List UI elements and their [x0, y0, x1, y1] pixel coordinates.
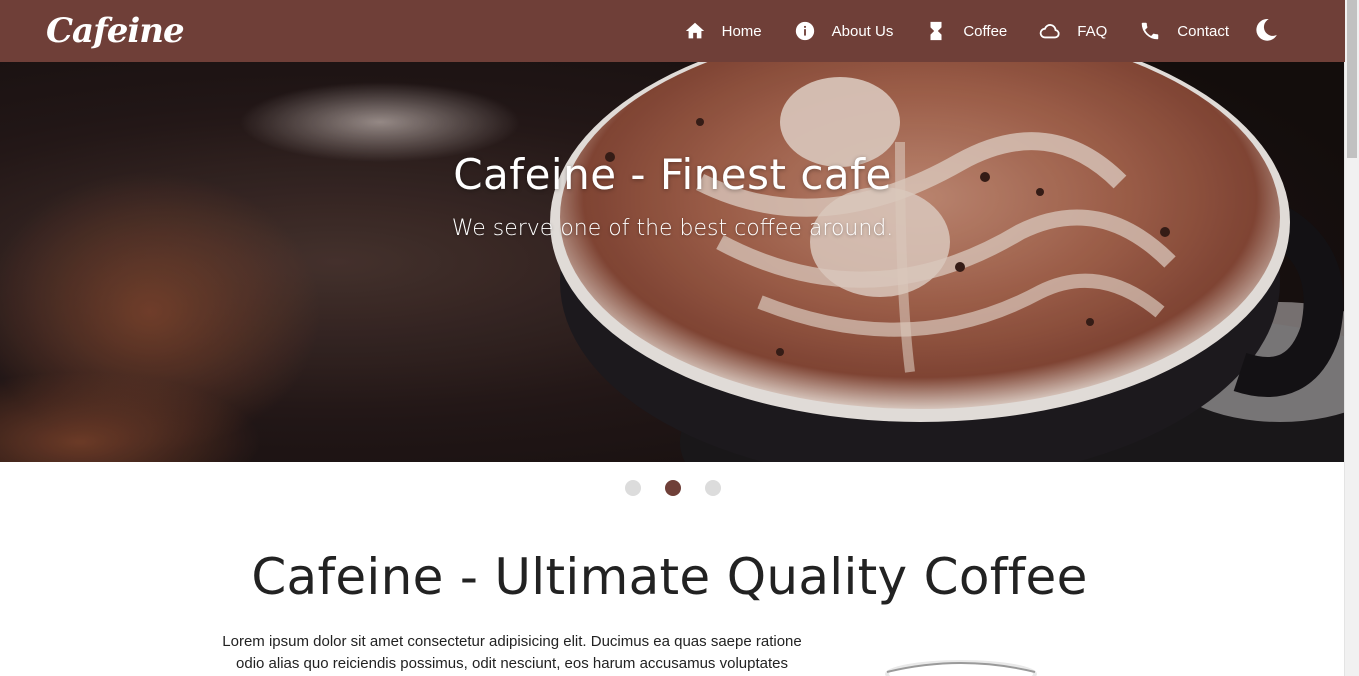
- nav-item-coffee[interactable]: Coffee: [925, 0, 1007, 62]
- nav-item-label: Home: [721, 22, 762, 40]
- nav-item-about[interactable]: About Us: [794, 0, 894, 62]
- nav-item-home[interactable]: Home: [684, 0, 762, 62]
- home-icon: [684, 20, 706, 42]
- carousel-dot[interactable]: [704, 480, 721, 496]
- carousel-indicators: [0, 480, 1345, 496]
- phone-icon: [1139, 20, 1161, 42]
- section-text: Lorem ipsum dolor sit amet consectetur a…: [222, 633, 802, 672]
- carousel-dot-active[interactable]: [664, 480, 681, 496]
- page: Cafeine Home About Us Coffee FAQ Contact…: [0, 0, 1345, 676]
- hero-carousel: Cafeine - Finest cafe We serve one of th…: [0, 62, 1345, 462]
- carousel-dot[interactable]: [624, 480, 641, 496]
- navbar: Cafeine Home About Us Coffee FAQ Contact: [0, 0, 1345, 62]
- moon-icon: [1253, 19, 1279, 47]
- scrollbar[interactable]: [1344, 0, 1359, 676]
- nav-item-label: FAQ: [1077, 22, 1108, 40]
- scrollbar-thumb[interactable]: [1347, 0, 1357, 158]
- nav-item-faq[interactable]: FAQ: [1039, 0, 1107, 62]
- hero-title: Cafeine - Finest cafe: [453, 150, 892, 199]
- cloud-icon: [1039, 20, 1061, 42]
- nav-item-label: About Us: [831, 22, 894, 40]
- nav-item-label: Contact: [1177, 22, 1229, 40]
- hero-image: [0, 62, 1345, 462]
- coffee-cup-image: [878, 652, 1044, 676]
- nav-links: Home About Us Coffee FAQ Contact: [684, 0, 1229, 62]
- hero-subtitle: We serve one of the best coffee around.: [451, 216, 894, 241]
- hourglass-icon: [925, 20, 947, 42]
- info-icon: [794, 20, 816, 42]
- nav-item-contact[interactable]: Contact: [1139, 0, 1229, 62]
- logo[interactable]: Cafeine: [46, 6, 185, 56]
- theme-toggle-button[interactable]: [1253, 17, 1279, 43]
- nav-item-label: Coffee: [963, 22, 1008, 40]
- section-title: Cafeine - Ultimate Quality Coffee: [251, 548, 1088, 606]
